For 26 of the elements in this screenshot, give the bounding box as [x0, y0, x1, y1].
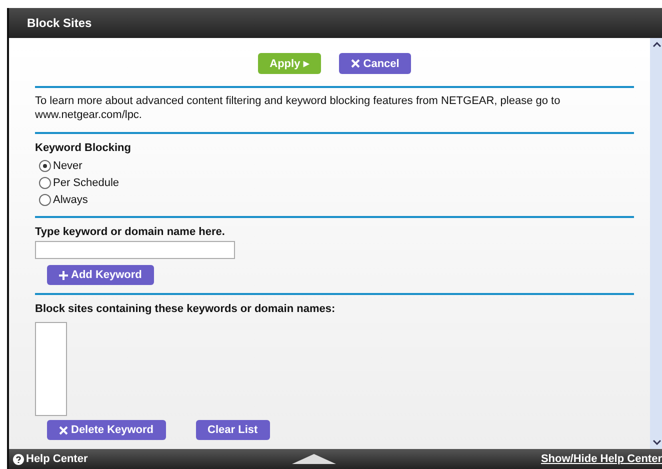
add-keyword-button[interactable]: Add Keyword	[47, 265, 154, 285]
radio-option[interactable]: Never	[39, 157, 634, 174]
show-hide-help-link[interactable]: Show/Hide Help Center	[540, 453, 662, 465]
field-label: Type keyword or domain name here.	[35, 226, 226, 238]
clear-list-button[interactable]: Clear List	[196, 420, 270, 440]
radio-icon[interactable]	[39, 194, 51, 206]
scrollbar[interactable]	[650, 38, 662, 449]
scroll-down-icon[interactable]	[653, 440, 661, 445]
radio-icon[interactable]	[39, 160, 51, 172]
delete-keyword-button[interactable]: Delete Keyword	[47, 420, 166, 440]
close-icon	[351, 59, 360, 68]
window-title: Block Sites	[9, 8, 662, 38]
radio-option[interactable]: Per Schedule	[39, 174, 634, 191]
scroll-up-icon[interactable]	[653, 42, 661, 47]
cancel-button[interactable]: Cancel	[339, 53, 412, 74]
help-center-link[interactable]: Help Center	[13, 453, 88, 465]
plus-icon	[59, 270, 68, 280]
close-icon	[59, 426, 68, 434]
keyword-input-field[interactable]	[35, 241, 235, 259]
intro-text: To learn more about advanced content filtering and keyword blocking features from NETGEAR, please go to www.netgear.com/lpc.	[35, 94, 562, 122]
list-label: Block sites containing these keywords or domain names:	[35, 303, 336, 315]
help-icon	[13, 454, 24, 464]
radio-icon[interactable]	[39, 176, 51, 188]
radio-option[interactable]: Always	[39, 191, 634, 208]
section-heading: Keyword Blocking	[35, 142, 132, 154]
expand-arrow-icon[interactable]	[292, 454, 336, 464]
